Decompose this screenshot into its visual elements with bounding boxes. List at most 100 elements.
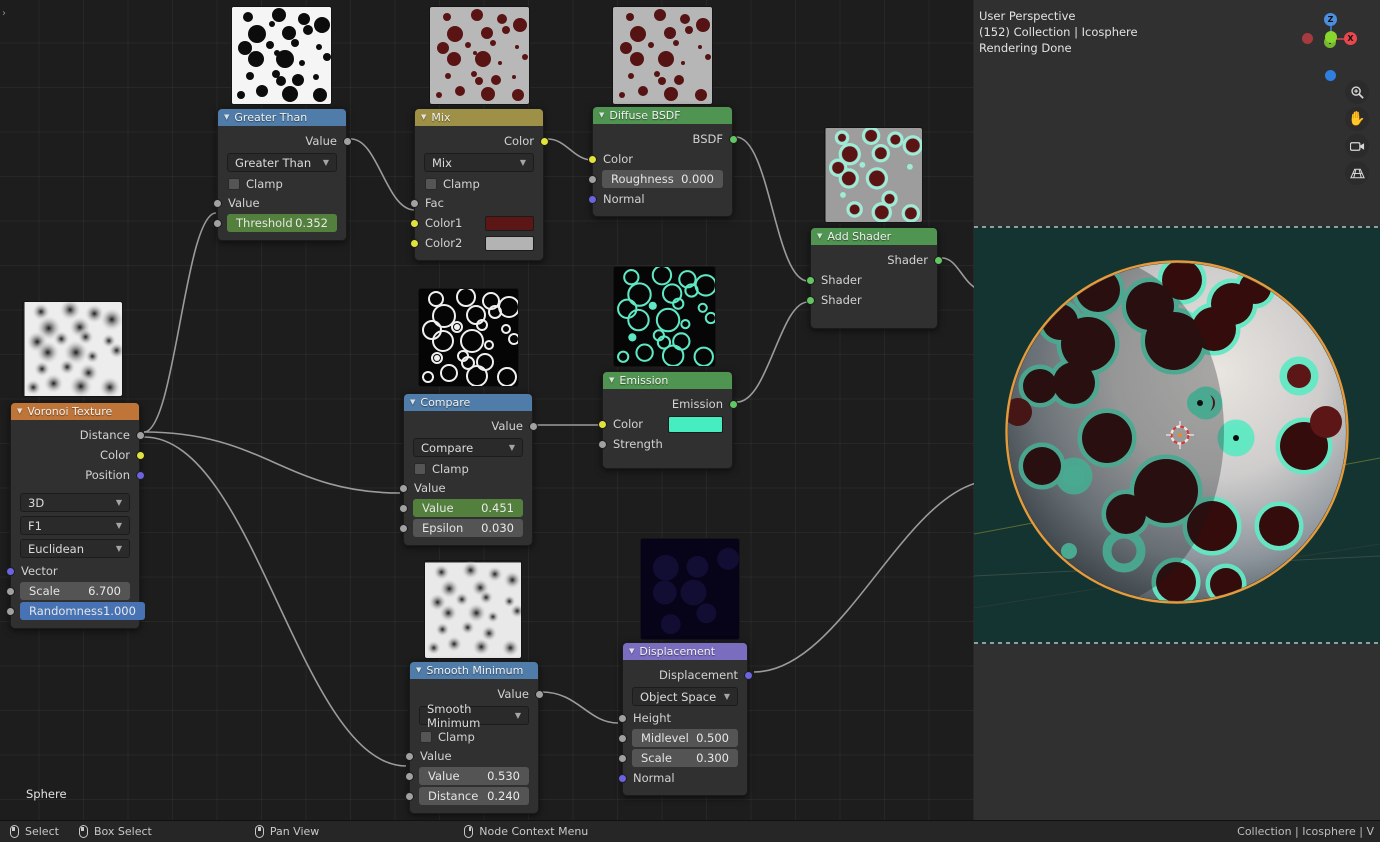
gizmo-axis-z[interactable]: Z: [1324, 13, 1337, 26]
node-header-greater-than[interactable]: ▼ Greater Than: [218, 109, 346, 126]
gizmo-axis-x[interactable]: X: [1344, 32, 1357, 45]
socket-position-output[interactable]: [135, 470, 145, 480]
gizmo-axis-neg-x[interactable]: [1302, 33, 1313, 44]
clamp-checkbox-row[interactable]: Clamp: [404, 459, 532, 478]
space-dropdown[interactable]: Object Space ▼: [632, 687, 738, 706]
node-smooth-minimum[interactable]: ▼ Smooth Minimum Value Smooth Minimum ▼ …: [404, 661, 544, 814]
status-item-node-context-menu[interactable]: Node Context Menu: [464, 825, 588, 838]
socket-distance-output[interactable]: [135, 430, 145, 440]
clamp-checkbox-row[interactable]: Clamp: [410, 727, 538, 746]
collapse-triangle-icon[interactable]: ▼: [224, 114, 229, 121]
collapse-triangle-icon[interactable]: ▼: [421, 114, 426, 121]
socket-epsilon-input[interactable]: [398, 523, 408, 533]
node-diffuse-bsdf[interactable]: ▼ Diffuse BSDF BSDF Color Roughness 0.00…: [587, 106, 738, 217]
operation-dropdown[interactable]: Compare ▼: [413, 438, 523, 457]
collapse-triangle-icon[interactable]: ▼: [609, 377, 614, 384]
feature-dropdown[interactable]: F1 ▼: [20, 516, 130, 535]
socket-displacement-output[interactable]: [743, 670, 753, 680]
socket-emission-output[interactable]: [728, 399, 738, 409]
socket-strength-input[interactable]: [597, 439, 607, 449]
socket-shader2-input[interactable]: [805, 295, 815, 305]
socket-color-input[interactable]: [587, 154, 597, 164]
operation-dropdown[interactable]: Greater Than ▼: [227, 153, 337, 172]
camera-icon[interactable]: [1345, 134, 1369, 158]
node-voronoi-texture[interactable]: ▼ Voronoi Texture Distance Color Positio…: [5, 402, 145, 629]
node-header-emission[interactable]: ▼ Emission: [603, 372, 732, 389]
node-displacement[interactable]: ▼ Displacement Displacement Object Space…: [617, 642, 753, 796]
clamp-checkbox[interactable]: [425, 177, 437, 190]
value-slider[interactable]: Value 0.530: [419, 767, 529, 785]
node-header-compare[interactable]: ▼ Compare: [404, 394, 532, 411]
collapse-triangle-icon[interactable]: ▼: [817, 233, 822, 240]
gizmo-axis-origin[interactable]: [1325, 31, 1337, 43]
dimensions-dropdown[interactable]: 3D ▼: [20, 493, 130, 512]
socket-value2-input[interactable]: [404, 771, 414, 781]
threshold-slider[interactable]: Threshold 0.352: [227, 214, 337, 232]
shader-node-editor[interactable]: › ▼ Greater Than Value Greater Than ▼ Cl…: [0, 0, 974, 820]
collapse-triangle-icon[interactable]: ▼: [416, 667, 421, 674]
socket-value-input[interactable]: [398, 483, 408, 493]
node-editor-sidebar-toggle-icon[interactable]: ›: [2, 8, 6, 19]
socket-height-input[interactable]: [617, 713, 627, 723]
socket-color-output[interactable]: [539, 136, 549, 146]
operation-dropdown[interactable]: Smooth Minimum ▼: [419, 702, 529, 730]
node-compare[interactable]: ▼ Compare Value Compare ▼ Clamp Value Va…: [398, 393, 538, 546]
roughness-slider[interactable]: Roughness 0.000: [602, 170, 723, 188]
socket-randomness-input[interactable]: [5, 606, 15, 616]
socket-normal-input[interactable]: [587, 194, 597, 204]
socket-value-input[interactable]: [404, 751, 414, 761]
socket-shader1-input[interactable]: [805, 275, 815, 285]
socket-value-input[interactable]: [212, 198, 222, 208]
socket-color-output[interactable]: [135, 450, 145, 460]
clamp-checkbox[interactable]: [228, 177, 240, 190]
scale-slider[interactable]: Scale 6.700: [20, 582, 130, 600]
socket-value-output[interactable]: [342, 136, 352, 146]
midlevel-slider[interactable]: Midlevel 0.500: [632, 729, 738, 747]
node-add-shader[interactable]: ▼ Add Shader Shader Shader Shader: [805, 227, 943, 329]
blend-mode-dropdown[interactable]: Mix ▼: [424, 153, 534, 172]
clamp-checkbox-row[interactable]: Clamp: [218, 174, 346, 193]
status-item-pan-view[interactable]: Pan View: [254, 825, 319, 838]
socket-fac-input[interactable]: [409, 198, 419, 208]
socket-color1-input[interactable]: [409, 218, 419, 228]
socket-scale-input[interactable]: [617, 753, 627, 763]
clamp-checkbox[interactable]: [414, 462, 426, 475]
node-header-voronoi-texture[interactable]: ▼ Voronoi Texture: [11, 403, 139, 420]
clamp-checkbox[interactable]: [420, 730, 432, 743]
node-header-smooth-minimum[interactable]: ▼ Smooth Minimum: [410, 662, 538, 679]
socket-color-input[interactable]: [597, 419, 607, 429]
collapse-triangle-icon[interactable]: ▼: [599, 112, 604, 119]
zoom-icon[interactable]: [1345, 80, 1369, 104]
viewport-render-region[interactable]: [974, 226, 1380, 644]
3d-viewport[interactable]: ‹ User Perspective (152) Collection | Ic…: [974, 0, 1380, 820]
socket-value2-input[interactable]: [398, 503, 408, 513]
socket-threshold-input[interactable]: [212, 218, 222, 228]
socket-scale-input[interactable]: [5, 586, 15, 596]
clamp-checkbox-row[interactable]: Clamp: [415, 174, 543, 193]
socket-value-output[interactable]: [534, 689, 544, 699]
color1-swatch[interactable]: [485, 215, 534, 231]
status-item-box-select[interactable]: Box Select: [78, 825, 152, 838]
randomness-slider[interactable]: Randomness 1.000: [20, 602, 145, 620]
metric-dropdown[interactable]: Euclidean ▼: [20, 539, 130, 558]
node-greater-than[interactable]: ▼ Greater Than Value Greater Than ▼ Clam…: [212, 108, 352, 241]
socket-vector-input[interactable]: [5, 566, 15, 576]
scale-slider[interactable]: Scale 0.300: [632, 749, 738, 767]
node-header-mix[interactable]: ▼ Mix: [415, 109, 543, 126]
node-header-diffuse-bsdf[interactable]: ▼ Diffuse BSDF: [593, 107, 732, 124]
socket-bsdf-output[interactable]: [728, 134, 738, 144]
socket-roughness-input[interactable]: [587, 174, 597, 184]
socket-value-output[interactable]: [528, 421, 538, 431]
status-item-select[interactable]: Select: [10, 825, 59, 838]
node-header-displacement[interactable]: ▼ Displacement: [623, 643, 747, 660]
collapse-triangle-icon[interactable]: ▼: [17, 408, 22, 415]
socket-midlevel-input[interactable]: [617, 733, 627, 743]
grid-icon[interactable]: [1345, 161, 1369, 185]
navigation-gizmo[interactable]: Z X Y: [1300, 8, 1362, 81]
socket-color2-input[interactable]: [409, 238, 419, 248]
color2-swatch[interactable]: [485, 235, 534, 251]
distance-slider[interactable]: Distance 0.240: [419, 787, 529, 805]
node-mix[interactable]: ▼ Mix Color Mix ▼ Clamp Fac Color1 Color…: [409, 108, 549, 261]
collapse-triangle-icon[interactable]: ▼: [629, 648, 634, 655]
node-emission[interactable]: ▼ Emission Emission Color Strength: [597, 371, 738, 469]
